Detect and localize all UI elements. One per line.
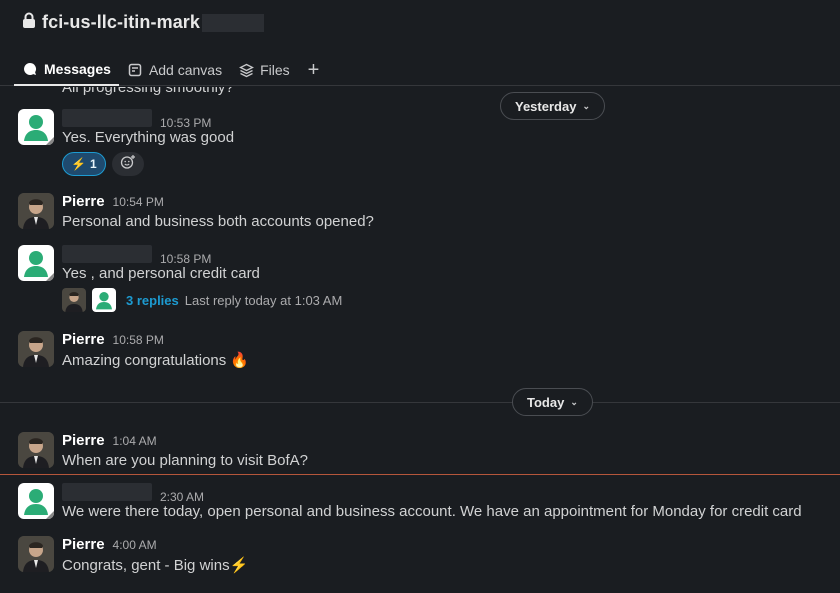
message-meta: 10:53 PM (62, 109, 211, 130)
timestamp[interactable]: 2:30 AM (160, 490, 204, 504)
lock-icon (22, 12, 36, 33)
avatar[interactable] (18, 193, 54, 229)
avatar[interactable] (18, 483, 54, 519)
timestamp[interactable]: 10:58 PM (113, 333, 164, 347)
author-name[interactable]: Pierre (62, 331, 105, 348)
date-divider-line (0, 402, 840, 403)
channel-title[interactable]: fci-us-llc-itin-mark (22, 12, 265, 33)
message-meta: 2:30 AM (62, 483, 204, 504)
author-name[interactable]: Pierre (62, 432, 105, 449)
avatar[interactable] (18, 432, 54, 468)
reaction-pill[interactable]: ⚡ 1 (62, 152, 106, 176)
timestamp[interactable]: 10:54 PM (113, 195, 164, 209)
message-text: Yes. Everything was good (62, 129, 235, 146)
reaction-count: 1 (89, 157, 97, 171)
author-name[interactable]: Pierre (62, 536, 105, 553)
message-text: Yes , and personal credit card (62, 265, 260, 282)
add-reaction-button[interactable] (111, 152, 144, 176)
redacted-author[interactable] (62, 109, 152, 127)
tab-add-canvas[interactable]: Add canvas (119, 54, 230, 86)
timestamp[interactable]: 1:04 AM (113, 434, 157, 448)
message-meta: 10:58 PM (62, 245, 211, 266)
canvas-icon (127, 62, 143, 78)
message-meta: Pierre 4:00 AM (62, 536, 157, 553)
avatar (62, 288, 86, 312)
message-text: Personal and business both accounts open… (62, 213, 374, 230)
tab-messages[interactable]: Messages (14, 54, 119, 86)
avatar[interactable] (18, 536, 54, 572)
avatar (92, 288, 116, 312)
thread-summary[interactable]: 3 replies Last reply today at 1:03 AM (62, 288, 342, 312)
avatar[interactable] (18, 109, 54, 145)
partial-message-text: All progressing smoothly? (62, 87, 234, 96)
thread-replies-link[interactable]: 3 replies (126, 293, 179, 308)
chat-bubble-icon (22, 61, 38, 77)
layers-icon (238, 62, 254, 78)
message-text: Amazing congratulations 🔥 (62, 352, 250, 369)
timestamp[interactable]: 10:58 PM (160, 252, 211, 266)
timestamp[interactable]: 10:53 PM (160, 116, 211, 130)
redacted-author[interactable] (62, 245, 152, 263)
date-divider-today[interactable]: Today ⌄ (512, 388, 593, 416)
redacted-text (202, 13, 265, 32)
message-text: Congrats, gent - Big wins⚡ (62, 557, 249, 574)
avatar[interactable] (18, 245, 54, 281)
add-emoji-icon (120, 154, 136, 175)
new-messages-line (0, 474, 840, 475)
message: 2:30 AM We were there today, open person… (0, 483, 840, 531)
message-text: When are you planning to visit BofA? (62, 452, 308, 469)
message-feed[interactable]: All progressing smoothly? Yesterday ⌄ 10… (0, 87, 840, 593)
channel-name: fci-us-llc-itin-mark (42, 12, 201, 32)
message: 10:53 PM Yes. Everything was good ⚡ 1 (0, 107, 840, 177)
last-reply-text: Last reply today at 1:03 AM (184, 292, 343, 308)
message-text: We were there today, open personal and b… (62, 503, 802, 520)
chevron-down-icon: ⌄ (570, 396, 578, 407)
add-tab-button[interactable]: + (298, 54, 330, 86)
message: Pierre 10:54 PM Personal and business bo… (0, 191, 840, 239)
message: Pierre 1:04 AM When are you planning to … (0, 430, 840, 474)
redacted-author[interactable] (62, 483, 152, 501)
message: Pierre 4:00 AM Congrats, gent - Big wins… (0, 534, 840, 582)
message: Pierre 10:58 PM Amazing congratulations … (0, 329, 840, 377)
message-meta: Pierre 1:04 AM (62, 432, 157, 449)
message: 10:58 PM Yes , and personal credit card … (0, 243, 840, 313)
timestamp[interactable]: 4:00 AM (113, 538, 157, 552)
lightning-icon: ⚡ (71, 157, 86, 171)
message-meta: Pierre 10:58 PM (62, 331, 164, 348)
author-name[interactable]: Pierre (62, 193, 105, 210)
channel-header: fci-us-llc-itin-mark Messages Add canvas… (0, 0, 840, 86)
channel-tabs: Messages Add canvas Files + (14, 52, 329, 86)
avatar[interactable] (18, 331, 54, 367)
message-meta: Pierre 10:54 PM (62, 193, 164, 210)
reactions: ⚡ 1 (62, 152, 144, 176)
tab-files[interactable]: Files (230, 54, 298, 86)
